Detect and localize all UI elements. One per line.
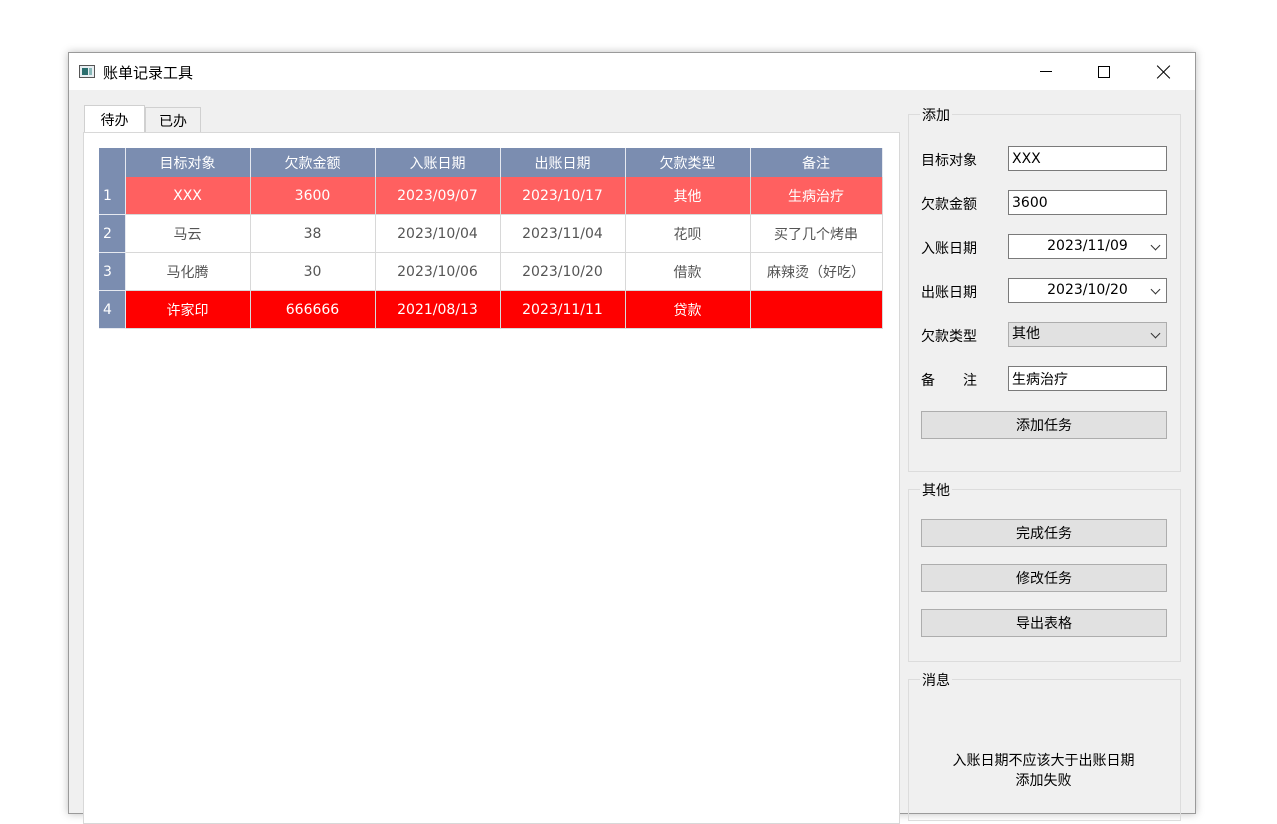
message-group-title: 消息 [920, 670, 952, 690]
type-value: 其他 [1012, 326, 1040, 342]
table-cell[interactable]: 生病治疗 [750, 177, 883, 215]
note-input[interactable] [1008, 366, 1167, 391]
table-cell[interactable]: 麻辣烫（好吃） [750, 252, 883, 291]
out-date-label: 出账日期 [921, 285, 977, 301]
in-date-label: 入账日期 [921, 241, 977, 257]
chevron-down-icon[interactable] [1150, 284, 1161, 295]
message-line-1: 入账日期不应该大于出账日期 [952, 753, 1135, 769]
main-window: 账单记录工具 待办 已办 目标对象 欠款金额 入账日期 出账日期 欠款类型 备注 [68, 52, 1196, 824]
out-date-value: 2023/10/20 [1047, 282, 1128, 298]
row-number[interactable]: 1 [99, 177, 126, 215]
row-number[interactable]: 3 [99, 252, 126, 291]
bill-table[interactable]: 目标对象 欠款金额 入账日期 出账日期 欠款类型 备注 1 XXX 3600 2… [99, 148, 883, 329]
type-label: 欠款类型 [921, 329, 977, 345]
add-task-button[interactable]: 添加任务 [921, 411, 1167, 439]
table-row[interactable]: 1 XXX 3600 2023/09/07 2023/10/17 其他 生病治疗 [99, 177, 883, 215]
maximize-button[interactable] [1075, 53, 1133, 90]
column-header-note[interactable]: 备注 [750, 148, 883, 177]
title-bar: 账单记录工具 [69, 53, 1195, 90]
table-cell[interactable]: 马化腾 [125, 252, 251, 291]
table-cell[interactable]: 买了几个烤串 [750, 214, 883, 253]
target-input[interactable] [1008, 146, 1167, 171]
table-cell[interactable]: 2021/08/13 [375, 290, 501, 329]
minimize-icon [1040, 71, 1052, 72]
table-cell[interactable]: 3600 [250, 177, 376, 215]
modify-task-button[interactable]: 修改任务 [921, 564, 1167, 592]
table-cell[interactable]: 666666 [250, 290, 376, 329]
table-cell[interactable]: 许家印 [125, 290, 251, 329]
table-cell[interactable]: XXX [125, 177, 251, 215]
table-row[interactable]: 3 马化腾 30 2023/10/06 2023/10/20 借款 麻辣烫（好吃… [99, 252, 883, 291]
column-header-amount[interactable]: 欠款金额 [250, 148, 376, 177]
column-header-in-date[interactable]: 入账日期 [375, 148, 501, 177]
table-header-row: 目标对象 欠款金额 入账日期 出账日期 欠款类型 备注 [99, 148, 883, 177]
out-date-picker[interactable]: 2023/10/20 [1008, 278, 1167, 303]
table-cell[interactable]: 其他 [625, 177, 751, 215]
table-cell[interactable]: 2023/10/20 [500, 252, 626, 291]
table-cell[interactable]: 2023/10/17 [500, 177, 626, 215]
table-cell[interactable]: 2023/10/04 [375, 214, 501, 253]
table-row[interactable]: 2 马云 38 2023/10/04 2023/11/04 花呗 买了几个烤串 [99, 214, 883, 253]
table-cell[interactable]: 花呗 [625, 214, 751, 253]
table-row[interactable]: 4 许家印 666666 2021/08/13 2023/11/11 贷款 [99, 290, 883, 329]
window-title: 账单记录工具 [103, 64, 194, 82]
column-header-target[interactable]: 目标对象 [125, 148, 251, 177]
note-label: 备 注 [921, 373, 977, 389]
maximize-icon [1098, 65, 1110, 78]
row-number[interactable]: 4 [99, 290, 126, 329]
in-date-value: 2023/11/09 [1047, 238, 1128, 254]
close-icon [1157, 65, 1171, 79]
table-cell[interactable] [750, 290, 883, 329]
row-number[interactable]: 2 [99, 214, 126, 253]
add-group-title: 添加 [920, 105, 952, 125]
chevron-down-icon[interactable] [1150, 240, 1161, 251]
message-group [908, 679, 1181, 821]
table-cell[interactable]: 马云 [125, 214, 251, 253]
in-date-picker[interactable]: 2023/11/09 [1008, 234, 1167, 259]
table-cell[interactable]: 2023/11/04 [500, 214, 626, 253]
minimize-button[interactable] [1017, 53, 1075, 90]
app-icon [79, 65, 95, 78]
corner-header[interactable] [99, 148, 126, 177]
tab-todo[interactable]: 待办 [84, 105, 145, 133]
export-table-button[interactable]: 导出表格 [921, 609, 1167, 637]
type-select[interactable]: 其他 [1008, 322, 1167, 347]
other-group-title: 其他 [920, 480, 952, 500]
target-label: 目标对象 [921, 153, 977, 169]
table-cell[interactable]: 2023/10/06 [375, 252, 501, 291]
column-header-type[interactable]: 欠款类型 [625, 148, 751, 177]
complete-task-button[interactable]: 完成任务 [921, 519, 1167, 547]
table-cell[interactable]: 2023/09/07 [375, 177, 501, 215]
table-cell[interactable]: 2023/11/11 [500, 290, 626, 329]
table-cell[interactable]: 贷款 [625, 290, 751, 329]
tab-done[interactable]: 已办 [145, 107, 201, 133]
table-cell[interactable]: 30 [250, 252, 376, 291]
table-cell[interactable]: 借款 [625, 252, 751, 291]
message-line-2: 添加失败 [1015, 773, 1072, 789]
chevron-down-icon[interactable] [1150, 328, 1161, 339]
column-header-out-date[interactable]: 出账日期 [500, 148, 626, 177]
amount-label: 欠款金额 [921, 197, 977, 213]
close-button[interactable] [1135, 53, 1193, 90]
amount-input[interactable] [1008, 190, 1167, 215]
table-cell[interactable]: 38 [250, 214, 376, 253]
